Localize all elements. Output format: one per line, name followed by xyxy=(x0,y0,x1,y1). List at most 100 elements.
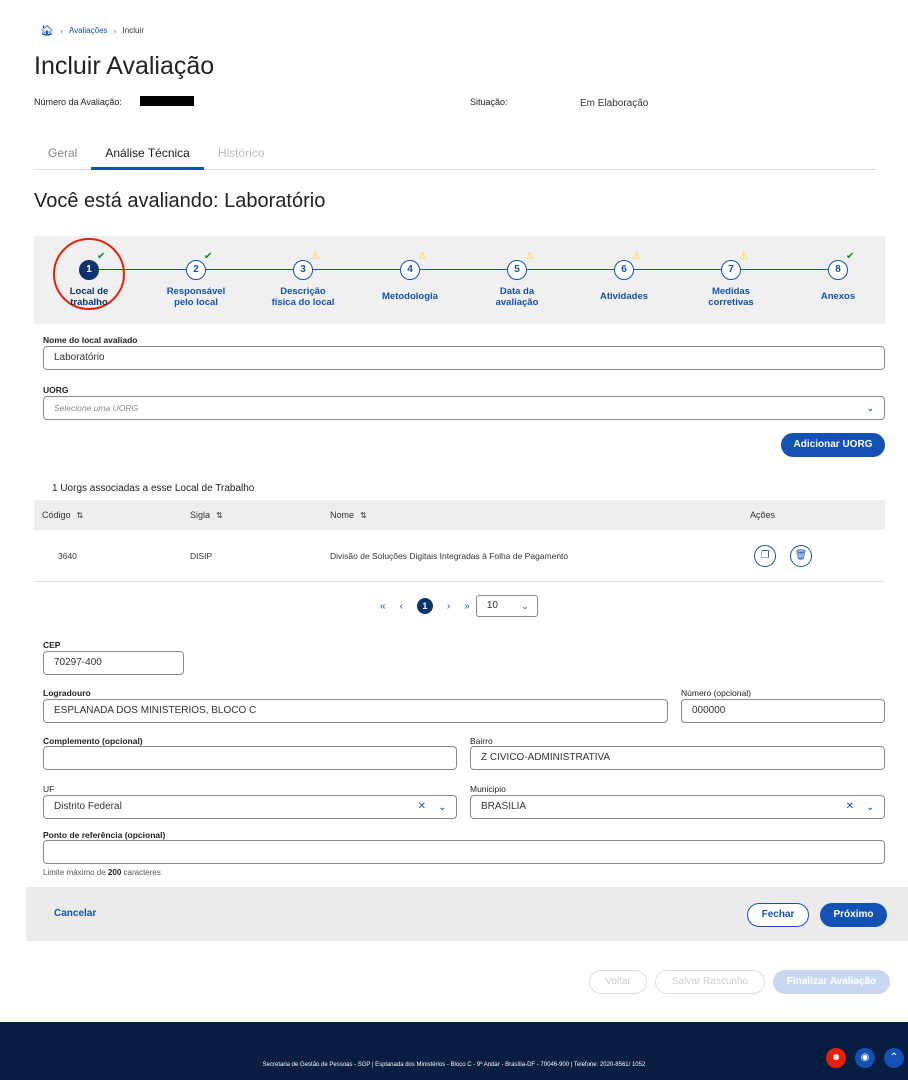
cell-codigo: 3640 xyxy=(58,551,77,561)
situacao-value: Em Elaboração xyxy=(580,98,649,109)
step-label: Descrição física do local xyxy=(253,286,353,308)
logradouro-label: Logradouro xyxy=(43,688,91,698)
section-title: Você está avaliando: Laboratório xyxy=(34,190,326,212)
scroll-top-icon[interactable]: ⌃ xyxy=(884,1048,904,1068)
numero-label: Número (opcional) xyxy=(681,688,751,698)
step-label-line: Data da xyxy=(499,286,535,297)
municipio-select[interactable]: BRASILIA ✕ ⌄ xyxy=(470,795,885,819)
breadcrumb-incluir: Incluir xyxy=(122,26,144,35)
step-label-line: avaliação xyxy=(495,297,539,308)
situacao-label: Situação: xyxy=(470,97,508,107)
close-button[interactable]: Fechar xyxy=(747,903,809,927)
current-page[interactable]: 1 xyxy=(416,598,433,614)
page-title: Incluir Avaliação xyxy=(34,52,215,80)
col-codigo[interactable]: Código ⇅ xyxy=(42,500,83,530)
step-label-line: Anexos xyxy=(820,291,856,302)
trash-icon[interactable]: 🗑︎ xyxy=(790,545,812,567)
cep-input[interactable]: 70297-400 xyxy=(43,651,184,675)
step-5[interactable]: 5 ⚠ Data da avaliação xyxy=(467,236,567,324)
breadcrumb-avaliacoes[interactable]: Avaliações xyxy=(69,26,108,35)
prev-page-button[interactable]: ‹ xyxy=(400,601,403,612)
step-3[interactable]: 3 ⚠ Descrição física do local xyxy=(253,236,353,324)
table-header: Código ⇅ Sigla ⇅ Nome ⇅ Ações xyxy=(34,500,885,530)
clear-icon[interactable]: ✕ xyxy=(418,796,426,818)
chevron-down-icon: ⌄ xyxy=(521,601,529,611)
step-label-line: pelo local xyxy=(174,297,218,308)
home-icon[interactable]: 🏠︎ xyxy=(40,24,54,37)
step-label-line: Local de xyxy=(69,286,109,297)
step-6[interactable]: 6 ⚠ Atividades xyxy=(574,236,674,324)
uf-label: UF xyxy=(43,784,55,794)
logradouro-input[interactable]: ESPLANADA DOS MINISTERIOS, BLOCO C xyxy=(43,699,668,723)
char-limit-hint: Limite máximo de 200 caracteres xyxy=(43,868,161,877)
next-page-button[interactable]: › xyxy=(447,601,450,612)
step-label: Responsável pelo local xyxy=(146,286,246,308)
page: 🏠︎ › Avaliações › Incluir Incluir Avalia… xyxy=(0,0,908,1080)
clear-icon[interactable]: ✕ xyxy=(846,796,854,818)
tab-geral[interactable]: Geral xyxy=(34,146,91,170)
numero-input[interactable]: 000000 xyxy=(681,699,885,723)
step-number: 1 xyxy=(79,260,99,280)
add-uorg-button[interactable]: Adicionar UORG xyxy=(781,433,885,457)
check-icon: ✔ xyxy=(846,251,855,262)
step-label-line: Descrição xyxy=(280,286,326,297)
table-caption: 1 Uorgs associadas a esse Local de Traba… xyxy=(52,483,255,494)
warning-icon: ⚠ xyxy=(418,251,427,262)
step-7[interactable]: 7 ⚠ Medidas corretivas xyxy=(681,236,781,324)
back-button[interactable]: Voltar xyxy=(589,970,647,994)
footer-text: Secretaria de Gestão de Pessoas - SGP | … xyxy=(262,1062,646,1068)
chevron-right-icon: › xyxy=(59,25,63,36)
uf-select[interactable]: Distrito Federal ✕ ⌄ xyxy=(43,795,457,819)
complemento-input[interactable] xyxy=(43,746,457,770)
step-label: Atividades xyxy=(574,291,674,302)
cancel-button[interactable]: Cancelar xyxy=(54,908,96,919)
bairro-input[interactable]: Z CIVICO-ADMINISTRATIVA xyxy=(470,746,885,770)
table-row: 3640 DISIP Divisão de Soluções Digitais … xyxy=(34,530,885,582)
chatbot-icon[interactable]: ◉ xyxy=(855,1048,875,1068)
check-icon: ✔ xyxy=(204,251,213,262)
step-label: Metodologia xyxy=(360,291,460,302)
step-number: 2 xyxy=(186,260,206,280)
finalize-button[interactable]: Finalizar Avaliação xyxy=(773,970,890,994)
action-bar: Cancelar Fechar Próximo xyxy=(26,887,908,941)
referencia-input[interactable] xyxy=(43,840,885,864)
step-number: 5 xyxy=(507,260,527,280)
numero-avaliacao-label: Número da Avaliação: xyxy=(34,97,122,107)
tab-analise-tecnica[interactable]: Análise Técnica xyxy=(91,146,204,170)
step-2[interactable]: 2 ✔ Responsável pelo local xyxy=(146,236,246,324)
chevron-right-icon: › xyxy=(113,25,117,36)
chevron-down-icon: ⌄ xyxy=(866,802,874,812)
complemento-label: Complemento (opcional) xyxy=(43,736,143,746)
cell-nome: Divisão de Soluções Digitais Integradas … xyxy=(330,551,569,561)
nome-local-input[interactable]: Laboratório xyxy=(43,346,885,370)
chevron-down-icon: ⌄ xyxy=(438,802,446,812)
step-number: 7 xyxy=(721,260,741,280)
tab-historico[interactable]: Histórico xyxy=(204,146,279,170)
cell-sigla: DISIP xyxy=(190,551,213,561)
col-sigla[interactable]: Sigla ⇅ xyxy=(190,500,223,530)
redacted-number xyxy=(140,96,194,106)
first-page-button[interactable]: « xyxy=(380,601,386,612)
last-page-button[interactable]: » xyxy=(464,601,470,612)
save-draft-button[interactable]: Salvar Rascunho xyxy=(655,970,765,994)
step-label-line: Medidas xyxy=(711,286,750,297)
page-size-value: 10 xyxy=(486,600,498,611)
step-label-line: Responsável xyxy=(166,286,226,297)
step-label-line: física do local xyxy=(271,297,335,308)
accessibility-icon[interactable]: ☻ xyxy=(826,1048,846,1068)
step-number: 8 xyxy=(828,260,848,280)
copy-icon[interactable]: ❐ xyxy=(754,545,776,567)
col-nome[interactable]: Nome ⇅ xyxy=(330,500,367,530)
step-number: 4 xyxy=(400,260,420,280)
uf-value: Distrito Federal xyxy=(54,801,122,812)
nome-local-label: Nome do local avaliado xyxy=(43,335,138,345)
sort-icon: ⇅ xyxy=(360,511,367,520)
uorg-select[interactable]: Selecione uma UORG ⌄ xyxy=(43,396,885,420)
step-4[interactable]: 4 ⚠ Metodologia xyxy=(360,236,460,324)
next-button[interactable]: Próximo xyxy=(820,903,887,927)
step-label: Anexos xyxy=(788,291,888,302)
page-size-select[interactable]: 10 ⌄ xyxy=(475,595,538,617)
step-1[interactable]: 1 ✔ Local de trabalho xyxy=(39,236,139,324)
step-8[interactable]: 8 ✔ Anexos xyxy=(788,236,888,324)
referencia-label: Ponto de referência (opcional) xyxy=(43,830,166,840)
